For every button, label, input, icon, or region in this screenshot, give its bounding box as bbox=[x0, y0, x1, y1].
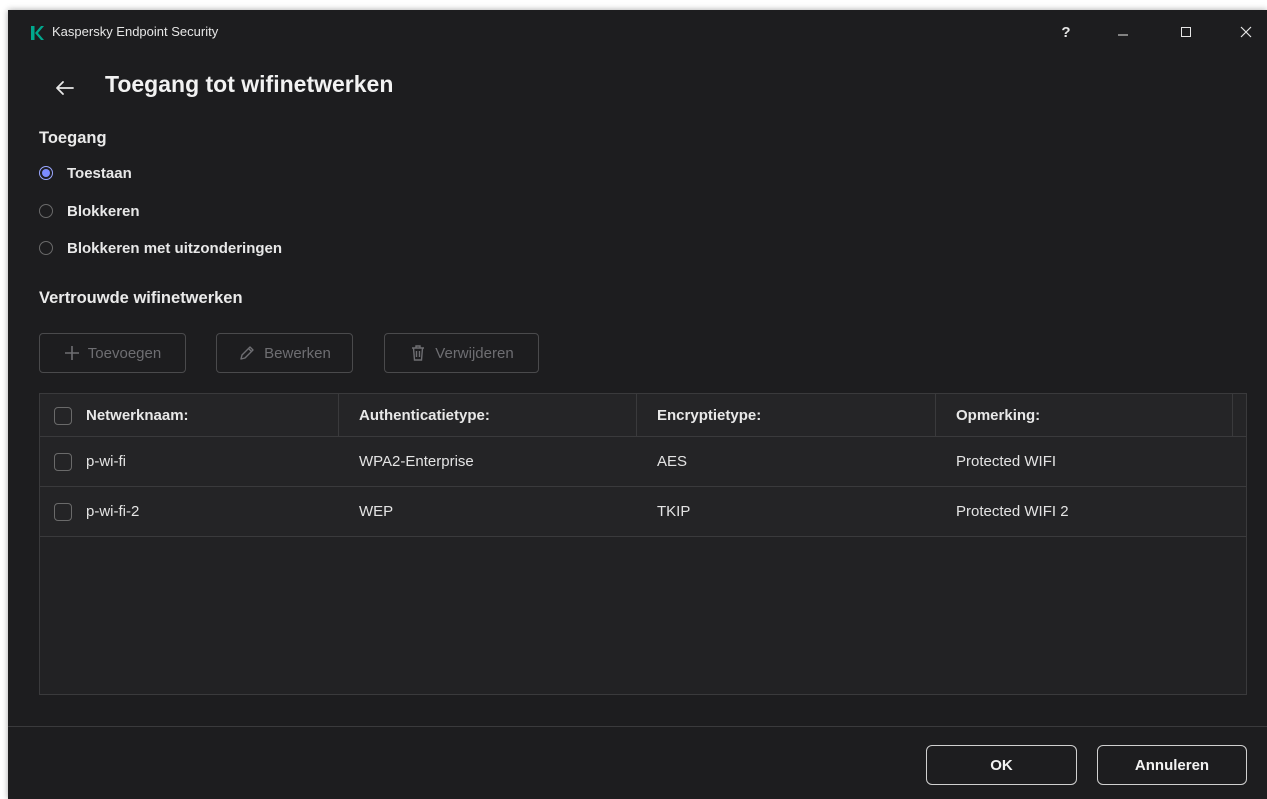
title-bar: Kaspersky Endpoint Security ? bbox=[8, 10, 1267, 54]
cell-text: p-wi-fi bbox=[86, 453, 126, 470]
trash-icon bbox=[412, 345, 425, 361]
access-section-label: Toegang bbox=[39, 129, 107, 147]
row-checkbox[interactable] bbox=[54, 452, 72, 471]
cell-auth-type: WEP bbox=[359, 503, 394, 520]
radio-block-with-exceptions-label: Blokkeren met uitzonderingen bbox=[67, 239, 283, 257]
maximize-icon bbox=[1181, 27, 1191, 37]
minimize-button[interactable] bbox=[1105, 18, 1141, 46]
back-button[interactable] bbox=[50, 74, 80, 102]
cell-text: p-wi-fi-2 bbox=[86, 503, 140, 520]
page-title: Toegang tot wifinetwerken bbox=[105, 71, 394, 97]
column-header-label: Netwerknaam: bbox=[86, 407, 189, 424]
arrow-left-icon bbox=[56, 81, 74, 95]
minimize-icon bbox=[1118, 34, 1128, 36]
add-button[interactable]: Toevoegen bbox=[39, 333, 186, 373]
radio-block[interactable]: Blokkeren bbox=[39, 200, 140, 222]
radio-button[interactable] bbox=[39, 241, 53, 255]
trusted-networks-label: Vertrouwde wifinetwerken bbox=[39, 289, 243, 307]
help-button[interactable]: ? bbox=[1048, 18, 1084, 46]
add-button-label: Toevoegen bbox=[87, 344, 162, 362]
cell-comment: Protected WIFI 2 bbox=[956, 503, 1069, 520]
table-row[interactable]: p-wi-fi-2 WEP TKIP Protected WIFI 2 bbox=[40, 487, 1246, 537]
app-window: Kaspersky Endpoint Security ? Toegang to… bbox=[8, 10, 1267, 799]
radio-button-checked[interactable] bbox=[39, 166, 53, 180]
kaspersky-k-icon bbox=[31, 26, 44, 40]
plus-icon bbox=[64, 346, 79, 360]
cancel-button[interactable]: Annuleren bbox=[1097, 745, 1247, 785]
radio-block-with-exceptions[interactable]: Blokkeren met uitzonderingen bbox=[39, 237, 282, 259]
cell-encryption-type: TKIP bbox=[657, 503, 691, 520]
cell-auth-type: WPA2-Enterprise bbox=[359, 453, 474, 470]
cell-comment: Protected WIFI bbox=[956, 453, 1057, 470]
table-row[interactable]: p-wi-fi WPA2-Enterprise AES Protected WI… bbox=[40, 437, 1246, 487]
cell-network-name: p-wi-fi-2 bbox=[54, 487, 139, 536]
cell-network-name: p-wi-fi bbox=[54, 437, 126, 486]
ok-button[interactable]: OK bbox=[926, 745, 1077, 785]
column-header-network-name[interactable]: Netwerknaam: bbox=[54, 394, 338, 437]
dialog-footer: OK Annuleren bbox=[8, 726, 1267, 799]
header-scroll-spacer bbox=[1232, 394, 1246, 437]
pencil-icon bbox=[240, 346, 254, 360]
table-header: Netwerknaam: Authenticatietype: Encrypti… bbox=[40, 394, 1246, 437]
column-header-encryption-type[interactable]: Encryptietype: bbox=[636, 394, 935, 437]
edit-button-label: Bewerken bbox=[264, 344, 331, 362]
cell-encryption-type: AES bbox=[657, 453, 688, 470]
edit-button[interactable]: Bewerken bbox=[216, 333, 353, 373]
app-title: Kaspersky Endpoint Security bbox=[52, 24, 219, 39]
delete-button-label: Verwijderen bbox=[435, 344, 514, 362]
radio-allow[interactable]: Toestaan bbox=[39, 162, 132, 184]
select-all-checkbox[interactable] bbox=[54, 406, 72, 425]
radio-allow-label: Toestaan bbox=[67, 164, 132, 182]
delete-button[interactable]: Verwijderen bbox=[384, 333, 539, 373]
radio-button[interactable] bbox=[39, 204, 53, 218]
row-checkbox[interactable] bbox=[54, 502, 72, 521]
close-button[interactable] bbox=[1228, 18, 1264, 46]
close-icon bbox=[1240, 26, 1252, 38]
trusted-networks-table: Netwerknaam: Authenticatietype: Encrypti… bbox=[39, 393, 1247, 695]
column-header-auth-type[interactable]: Authenticatietype: bbox=[338, 394, 636, 437]
maximize-button[interactable] bbox=[1168, 18, 1204, 46]
radio-block-label: Blokkeren bbox=[67, 202, 140, 220]
column-header-comment[interactable]: Opmerking: bbox=[935, 394, 1233, 437]
